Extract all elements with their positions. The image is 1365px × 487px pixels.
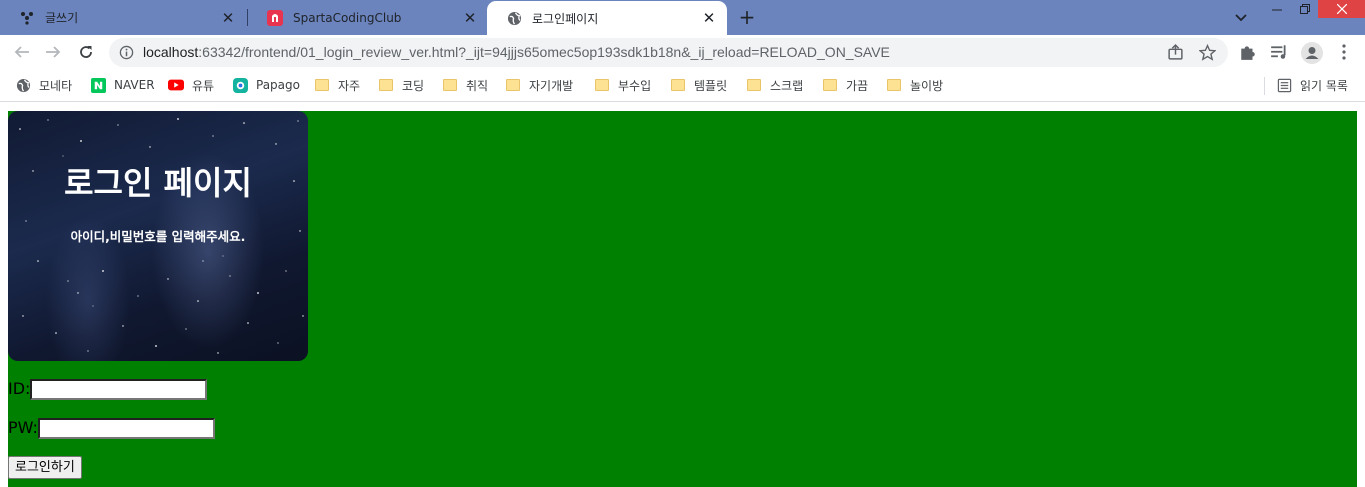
reload-icon[interactable]: [77, 43, 95, 61]
minimize-icon[interactable]: [1262, 0, 1292, 18]
tab-close-icon[interactable]: ✕: [701, 10, 717, 26]
bookmark-label: NAVER: [114, 78, 155, 92]
globe-icon: [506, 10, 522, 26]
youtube-icon: [168, 77, 184, 93]
reading-list-icon: [1276, 77, 1292, 93]
folder-icon: [886, 77, 902, 93]
login-hero-banner: 로그인 페이지 아이디,비밀번호를 입력해주세요.: [8, 111, 308, 361]
tab-title: 로그인페이지: [532, 11, 599, 26]
globe-icon: [15, 77, 31, 93]
folder-icon: [746, 77, 762, 93]
tab-spartacodingclub[interactable]: SpartaCodingClub ✕: [248, 0, 488, 35]
folder-icon: [505, 77, 521, 93]
page-body: 로그인 페이지 아이디,비밀번호를 입력해주세요. ID: PW: 로그인하기: [8, 111, 1357, 487]
bookmark-folder-sometimes[interactable]: 가끔: [822, 76, 868, 94]
address-bar[interactable]: localhost:63342/frontend/01_login_review…: [109, 38, 1228, 67]
url-host: localhost: [143, 44, 199, 60]
id-label: ID:: [8, 379, 31, 398]
pw-input[interactable]: [37, 417, 215, 439]
forward-arrow-icon[interactable]: [44, 43, 62, 61]
profile-avatar-icon[interactable]: [1301, 42, 1323, 64]
tab-title: 글쓰기: [45, 11, 79, 25]
share-icon[interactable]: [1167, 44, 1184, 61]
folder-icon: [822, 77, 838, 93]
new-tab-plus-icon[interactable]: +: [737, 7, 757, 27]
sparta-logo-icon: [267, 9, 283, 26]
bookmark-naver[interactable]: NAVER: [90, 76, 155, 94]
papago-icon: [232, 77, 248, 93]
bookmarks-separator: [1264, 77, 1265, 95]
media-control-icon[interactable]: [1270, 43, 1288, 61]
pw-field-row: PW:: [8, 417, 215, 439]
id-field-row: ID:: [8, 378, 208, 400]
bookmark-label: 모네타: [39, 78, 73, 93]
extensions-puzzle-icon[interactable]: [1239, 43, 1257, 61]
tab-close-icon[interactable]: ✕: [462, 10, 478, 26]
bookmark-label: 놀이방: [910, 78, 944, 93]
tab-search-chevron-icon[interactable]: [1233, 9, 1249, 25]
page-subtitle: 아이디,비밀번호를 입력해주세요.: [70, 229, 246, 244]
naver-icon: [90, 77, 106, 93]
bookmark-label: 부수입: [618, 78, 652, 93]
tab-writing[interactable]: 글쓰기 ✕: [0, 0, 246, 35]
folder-icon: [378, 77, 394, 93]
browser-toolbar: localhost:63342/frontend/01_login_review…: [0, 35, 1365, 69]
bookmark-label: 코딩: [402, 78, 425, 93]
pw-label: PW:: [8, 418, 38, 437]
bookmark-folder-side-income[interactable]: 부수입: [594, 76, 651, 94]
bookmark-label: 가끔: [846, 78, 869, 93]
bookmark-folder-scrap[interactable]: 스크랩: [746, 76, 803, 94]
id-input[interactable]: [30, 378, 208, 400]
folder-icon: [442, 77, 458, 93]
url-text: localhost:63342/frontend/01_login_review…: [143, 38, 890, 67]
reading-list-button[interactable]: 읽기 목록: [1276, 76, 1348, 94]
folder-icon: [594, 77, 610, 93]
bookmark-label: 유튜: [192, 78, 215, 93]
tab-login-page[interactable]: 로그인페이지 ✕: [487, 1, 727, 35]
bookmark-folder-jaju[interactable]: 자주: [314, 76, 360, 94]
folder-icon: [314, 77, 330, 93]
bookmark-papago[interactable]: Papago: [232, 76, 300, 94]
site-info-icon[interactable]: [119, 45, 134, 60]
dots-logo-icon: [19, 10, 35, 26]
bookmark-folder-template[interactable]: 템플릿: [670, 76, 727, 94]
bookmark-folder-playroom[interactable]: 놀이방: [886, 76, 943, 94]
login-button[interactable]: 로그인하기: [8, 456, 82, 479]
bookmark-label: Papago: [256, 78, 300, 92]
restore-icon[interactable]: [1290, 0, 1320, 18]
tab-title: SpartaCodingClub: [293, 10, 402, 25]
kebab-menu-icon[interactable]: [1336, 43, 1352, 61]
bookmark-moneta[interactable]: 모네타: [15, 76, 72, 94]
window-close-icon[interactable]: [1318, 0, 1365, 18]
tab-close-icon[interactable]: ✕: [220, 10, 236, 26]
page-viewport: 로그인 페이지 아이디,비밀번호를 입력해주세요. ID: PW: 로그인하기: [0, 103, 1365, 487]
bookmark-folder-job[interactable]: 취직: [442, 76, 488, 94]
bookmark-label: 스크랩: [770, 78, 804, 93]
bookmark-label: 취직: [466, 78, 489, 93]
bookmark-star-icon[interactable]: [1198, 43, 1217, 61]
bookmarks-bar: 모네타 NAVER 유튜 Papago 자주 코딩 취직 자기개발 부수입 템플…: [0, 69, 1365, 102]
tab-strip: 글쓰기 ✕ SpartaCodingClub ✕ 로그인페이지 ✕ +: [0, 0, 1365, 35]
folder-icon: [670, 77, 686, 93]
bookmark-youtube[interactable]: 유튜: [168, 76, 214, 94]
bookmark-folder-selfdev[interactable]: 자기개발: [505, 76, 573, 94]
reading-list-label: 읽기 목록: [1300, 78, 1348, 93]
page-title: 로그인 페이지: [64, 164, 252, 202]
bookmark-label: 템플릿: [694, 78, 728, 93]
back-arrow-icon[interactable]: [13, 43, 31, 61]
bookmark-folder-coding[interactable]: 코딩: [378, 76, 424, 94]
bookmark-label: 자주: [338, 78, 361, 93]
url-path: :63342/frontend/01_login_review_ver.html…: [198, 44, 890, 60]
bookmark-label: 자기개발: [529, 78, 574, 93]
